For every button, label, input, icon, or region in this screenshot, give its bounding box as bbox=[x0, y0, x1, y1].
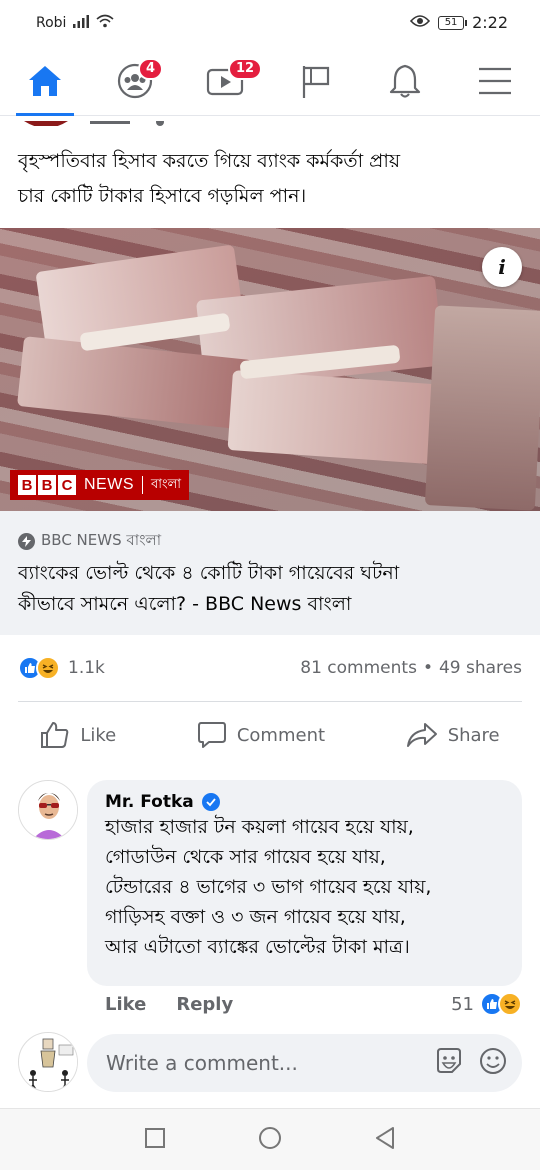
comment-reactions[interactable]: 51 bbox=[451, 992, 522, 1016]
nav-groups[interactable]: 4 bbox=[100, 46, 170, 116]
post-text: বৃহস্পতিবার হিসাব করতে গিয়ে ব্যাংক কর্ম… bbox=[18, 144, 528, 214]
verified-badge-icon bbox=[201, 793, 220, 811]
bbc-letter: B bbox=[38, 475, 56, 495]
status-left: Robi bbox=[36, 14, 114, 32]
logo-bangla-text: বাংলা bbox=[151, 475, 182, 491]
comment-line: টেন্ডারের ৪ ভাগের ৩ ভাগ গায়েব হয়ে যায়… bbox=[105, 876, 432, 898]
comment-bubble[interactable]: Mr. Fotka হাজার হাজার টন কয়লা গায়েব হয… bbox=[87, 780, 522, 986]
top-nav: 4 12 bbox=[0, 46, 540, 116]
divider bbox=[18, 701, 522, 702]
bbc-boxes: B B C bbox=[18, 475, 76, 495]
info-button[interactable]: i bbox=[482, 247, 522, 287]
share-icon bbox=[406, 723, 437, 747]
share-label: Share bbox=[447, 724, 500, 746]
post-avatar-edge bbox=[24, 118, 164, 126]
bbc-letter: C bbox=[58, 475, 76, 495]
comment-label: Comment bbox=[236, 724, 326, 746]
thumbs-up-icon bbox=[41, 722, 69, 748]
bbc-news-logo: B B C NEWS বাংলা bbox=[10, 470, 190, 500]
groups-badge: 4 bbox=[138, 57, 164, 80]
eye-icon bbox=[409, 13, 431, 32]
link-title-line: ব্যাংকের ভোল্ট থেকে ৪ কোটি টাকা গায়েবের… bbox=[18, 562, 400, 584]
comment-line: গাড়িসহ বক্তা ও ৩ জন গায়েব হয়ে যায়, bbox=[105, 906, 406, 928]
carrier-name: Robi bbox=[36, 15, 67, 31]
bbc-letter: B bbox=[18, 475, 36, 495]
nav-home[interactable] bbox=[10, 46, 80, 116]
home-icon bbox=[29, 65, 61, 96]
like-label: Like bbox=[80, 724, 117, 746]
home-circle-icon[interactable] bbox=[257, 1125, 283, 1155]
post-text-line: বৃহস্পতিবার হিসাব করতে গিয়ে ব্যাংক কর্ম… bbox=[18, 150, 401, 172]
link-image[interactable]: i bbox=[0, 228, 540, 511]
post-action-bar: Like Comment Share bbox=[0, 704, 540, 766]
watch-badge: 12 bbox=[228, 57, 263, 80]
comment-icon bbox=[197, 722, 226, 748]
reaction-icons bbox=[18, 656, 60, 680]
haha-reaction-icon bbox=[36, 656, 60, 680]
nav-watch[interactable]: 12 bbox=[190, 46, 263, 116]
like-button[interactable]: Like bbox=[40, 721, 116, 749]
comments-count[interactable]: 81 comments bbox=[300, 658, 417, 678]
comment-line: আর এটাতো ব্যাঙ্কের ভোল্টের টাকা মাত্র। bbox=[105, 936, 410, 958]
link-title-line: কীভাবে সামনে এলো? - BBC News বাংলা bbox=[18, 593, 352, 615]
post-header-partial bbox=[20, 116, 540, 126]
commenter-avatar[interactable] bbox=[18, 780, 78, 840]
link-caption[interactable]: BBC NEWS বাংলা ব্যাংকের ভোল্ট থেকে ৪ কোট… bbox=[0, 511, 540, 635]
my-avatar[interactable] bbox=[18, 1032, 78, 1092]
menu-icon bbox=[479, 67, 511, 94]
comment-composer[interactable] bbox=[87, 1034, 522, 1092]
haha-reaction-icon bbox=[498, 992, 522, 1016]
engagement-counts: 81 comments • 49 shares bbox=[300, 658, 522, 678]
back-triangle-icon[interactable] bbox=[373, 1125, 397, 1155]
nav-pages[interactable] bbox=[280, 46, 350, 116]
system-nav-bar bbox=[0, 1108, 540, 1170]
dot-separator: • bbox=[422, 658, 433, 678]
link-title: ব্যাংকের ভোল্ট থেকে ৪ কোটি টাকা গায়েবের… bbox=[18, 558, 522, 620]
comment-reaction-count: 51 bbox=[451, 993, 474, 1015]
emoji-icon[interactable] bbox=[478, 1046, 508, 1080]
comment-author-name[interactable]: Mr. Fotka bbox=[105, 792, 194, 812]
logo-news-text: NEWS bbox=[84, 476, 134, 493]
reactions-summary: 1.1k 81 comments • 49 shares bbox=[18, 651, 522, 685]
bell-icon bbox=[389, 64, 421, 98]
nav-notifications[interactable] bbox=[370, 46, 440, 116]
sticker-icon[interactable] bbox=[434, 1046, 464, 1080]
comment-like-button[interactable]: Like bbox=[105, 994, 146, 1015]
nav-menu[interactable] bbox=[460, 46, 530, 116]
reactions-left[interactable]: 1.1k bbox=[18, 656, 105, 680]
wifi-icon bbox=[96, 14, 114, 32]
post-text-line: চার কোটি টাকার হিসাবে গড়মিল পান। bbox=[18, 185, 307, 207]
comment-input[interactable] bbox=[106, 1051, 434, 1075]
status-bar: Robi 51 2:22 bbox=[0, 0, 540, 46]
comment-line: গোডাউন থেকে সার গায়েব হয়ে যায়, bbox=[105, 846, 386, 868]
money-bundle bbox=[424, 305, 540, 511]
link-source-name: BBC NEWS বাংলা bbox=[41, 531, 162, 549]
comment-actions: Like Reply bbox=[105, 994, 233, 1015]
flag-icon bbox=[302, 65, 330, 98]
comment-line: হাজার হাজার টন কয়লা গায়েব হয়ে যায়, bbox=[105, 816, 414, 838]
recents-icon[interactable] bbox=[143, 1126, 167, 1154]
comment-text: হাজার হাজার টন কয়লা গায়েব হয়ে যায়, গ… bbox=[105, 812, 504, 962]
reactions-count: 1.1k bbox=[68, 658, 105, 678]
shares-count[interactable]: 49 shares bbox=[439, 658, 522, 678]
logo-separator bbox=[142, 476, 143, 494]
comment-reaction-icons bbox=[480, 992, 522, 1016]
composer-icons bbox=[434, 1046, 508, 1080]
instant-article-icon bbox=[18, 533, 35, 550]
battery-icon: 51 bbox=[438, 15, 468, 30]
battery-level: 51 bbox=[444, 17, 458, 28]
comment-author[interactable]: Mr. Fotka bbox=[105, 792, 504, 812]
status-right: 51 2:22 bbox=[409, 13, 508, 32]
link-source: BBC NEWS বাংলা bbox=[18, 529, 522, 554]
comment-reply-button[interactable]: Reply bbox=[176, 994, 233, 1015]
share-button[interactable]: Share bbox=[406, 721, 500, 749]
signal-icon bbox=[72, 14, 90, 32]
clock: 2:22 bbox=[472, 13, 508, 32]
comment-button[interactable]: Comment bbox=[197, 721, 325, 749]
